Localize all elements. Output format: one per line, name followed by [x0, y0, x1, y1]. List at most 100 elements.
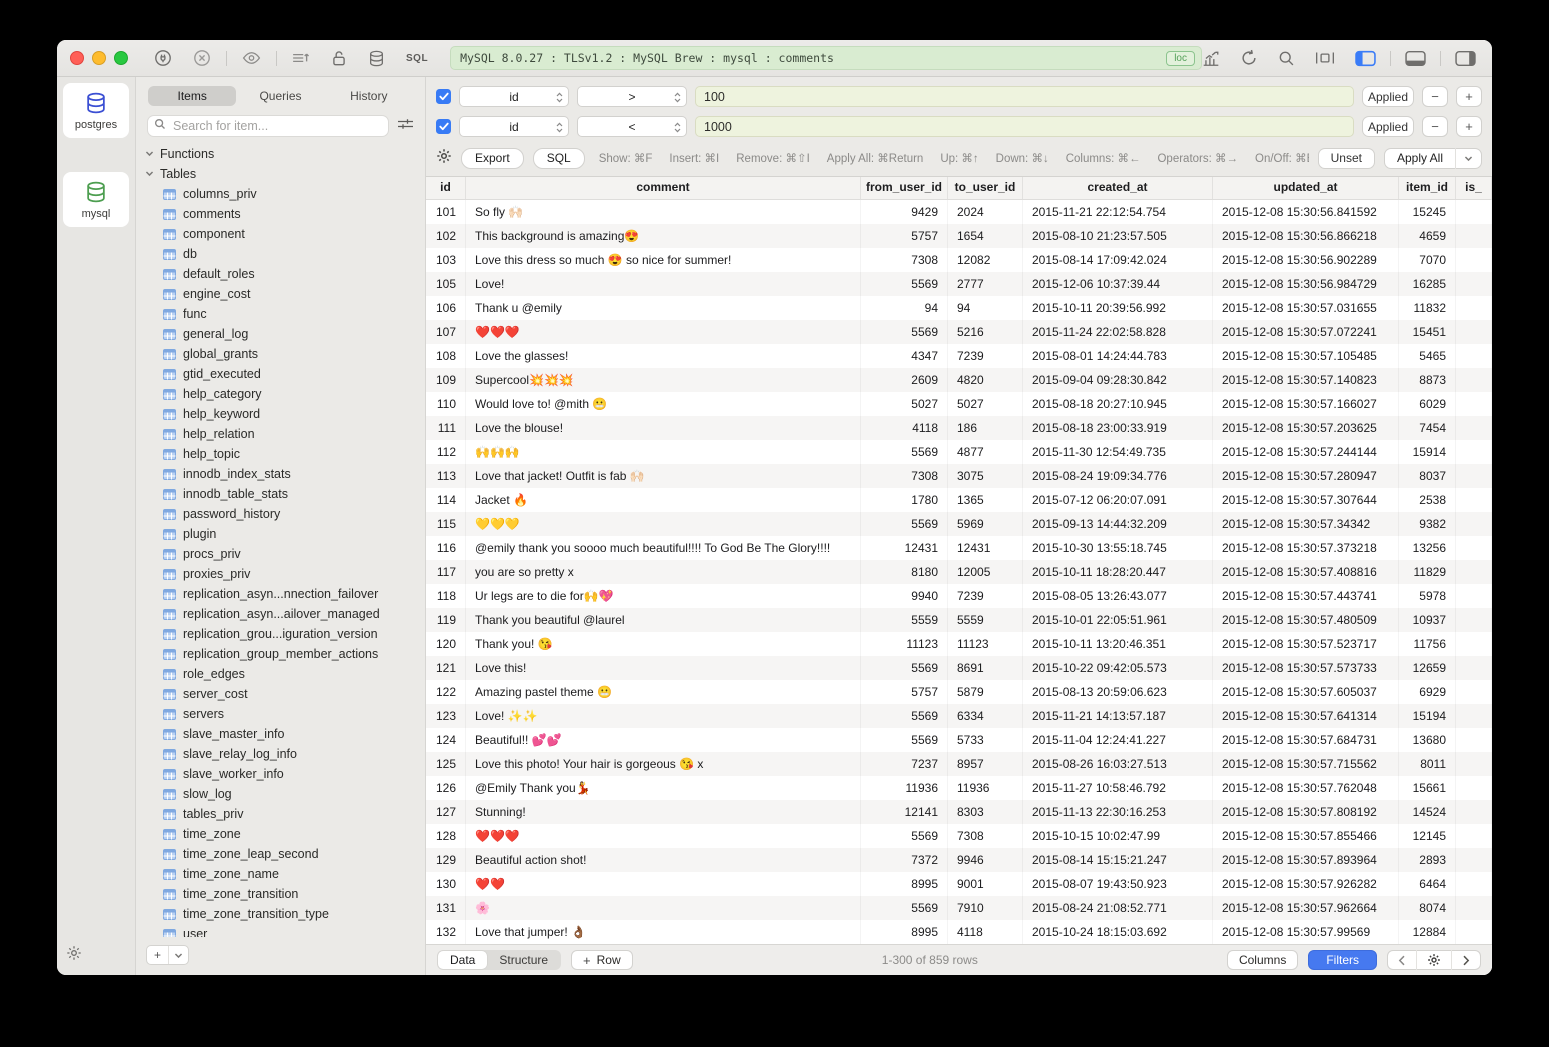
cell-item_id[interactable]: 15914 [1399, 440, 1456, 464]
cell-to_user_id[interactable]: 5733 [948, 728, 1023, 752]
add-filter-button[interactable]: + [1456, 86, 1482, 107]
cell-created_at[interactable]: 2015-11-21 22:12:54.754 [1023, 200, 1213, 224]
cell-comment[interactable]: Love! ✨✨ [466, 704, 861, 728]
filters-button[interactable]: Filters [1308, 950, 1377, 970]
cell-from_user_id[interactable]: 5569 [861, 728, 948, 752]
process-list-icon[interactable] [292, 50, 310, 66]
sidebar-table-item[interactable]: slave_relay_log_info [136, 744, 425, 764]
cell-updated_at[interactable]: 2015-12-08 15:30:57.480509 [1213, 608, 1399, 632]
cell-to_user_id[interactable]: 4877 [948, 440, 1023, 464]
connection-postgres[interactable]: postgres [63, 83, 129, 138]
table-row[interactable]: 121Love this!556986912015-10-22 09:42:05… [426, 656, 1492, 680]
sidebar-table-item[interactable]: comments [136, 204, 425, 224]
connect-icon[interactable] [154, 49, 172, 67]
table-row[interactable]: 105Love!556927772015-12-06 10:37:39.4420… [426, 272, 1492, 296]
table-row[interactable]: 109Supercool💥💥💥260948202015-09-04 09:28:… [426, 368, 1492, 392]
table-row[interactable]: 118Ur legs are to die for🙌💖994072392015-… [426, 584, 1492, 608]
cell-to_user_id[interactable]: 12431 [948, 536, 1023, 560]
cell-to_user_id[interactable]: 9946 [948, 848, 1023, 872]
cell-comment[interactable]: Love this! [466, 656, 861, 680]
filter-value-input[interactable]: 100 [695, 86, 1354, 107]
sidebar-table-item[interactable]: replication_group_member_actions [136, 644, 425, 664]
cell-id[interactable]: 112 [426, 440, 466, 464]
cell-id[interactable]: 114 [426, 488, 466, 512]
chevron-down-icon[interactable] [1456, 154, 1481, 163]
cell-from_user_id[interactable]: 8995 [861, 920, 948, 944]
cell-id[interactable]: 106 [426, 296, 466, 320]
cell-to_user_id[interactable]: 2777 [948, 272, 1023, 296]
cell-to_user_id[interactable]: 11123 [948, 632, 1023, 656]
cell-id[interactable]: 113 [426, 464, 466, 488]
cell-created_at[interactable]: 2015-08-24 21:08:52.771 [1023, 896, 1213, 920]
sidebar-table-item[interactable]: time_zone [136, 824, 425, 844]
add-item-split-button[interactable]: + [146, 945, 189, 965]
cell-to_user_id[interactable]: 8957 [948, 752, 1023, 776]
cell-comment[interactable]: Love the blouse! [466, 416, 861, 440]
cell-is_[interactable] [1456, 344, 1492, 368]
cell-updated_at[interactable]: 2015-12-08 15:30:57.140823 [1213, 368, 1399, 392]
cell-comment[interactable]: Thank you beautiful @laurel [466, 608, 861, 632]
sidebar-table-item[interactable]: general_log [136, 324, 425, 344]
cell-created_at[interactable]: 2015-08-14 15:15:21.247 [1023, 848, 1213, 872]
table-row[interactable]: 103Love this dress so much 😍 so nice for… [426, 248, 1492, 272]
cell-id[interactable]: 126 [426, 776, 466, 800]
cell-updated_at[interactable]: 2015-12-08 15:30:56.902289 [1213, 248, 1399, 272]
cell-comment[interactable]: 🙌🙌🙌 [466, 440, 861, 464]
sidebar-table-item[interactable]: plugin [136, 524, 425, 544]
chart-icon[interactable] [1202, 50, 1220, 67]
cell-is_[interactable] [1456, 560, 1492, 584]
table-row[interactable]: 113Love that jacket! Outfit is fab 🙌🏻730… [426, 464, 1492, 488]
cell-from_user_id[interactable]: 7308 [861, 248, 948, 272]
table-row[interactable]: 107❤️❤️❤️556952162015-11-24 22:02:58.828… [426, 320, 1492, 344]
cell-item_id[interactable]: 15661 [1399, 776, 1456, 800]
sql-button[interactable]: SQL [533, 148, 585, 169]
sidebar-table-item[interactable]: component [136, 224, 425, 244]
cell-from_user_id[interactable]: 4118 [861, 416, 948, 440]
cell-is_[interactable] [1456, 440, 1492, 464]
cell-from_user_id[interactable]: 5569 [861, 896, 948, 920]
cell-updated_at[interactable]: 2015-12-08 15:30:57.99569 [1213, 920, 1399, 944]
unset-button[interactable]: Unset [1318, 148, 1375, 169]
cell-is_[interactable] [1456, 296, 1492, 320]
table-row[interactable]: 124Beautiful!! 💕💕556957332015-11-04 12:2… [426, 728, 1492, 752]
cell-item_id[interactable]: 8873 [1399, 368, 1456, 392]
cell-created_at[interactable]: 2015-08-26 16:03:27.513 [1023, 752, 1213, 776]
cell-to_user_id[interactable]: 5216 [948, 320, 1023, 344]
database-icon[interactable] [368, 50, 385, 67]
cell-to_user_id[interactable]: 7239 [948, 584, 1023, 608]
cell-to_user_id[interactable]: 8691 [948, 656, 1023, 680]
tab-data[interactable]: Data [438, 951, 487, 969]
cell-to_user_id[interactable]: 7910 [948, 896, 1023, 920]
cell-updated_at[interactable]: 2015-12-08 15:30:57.855466 [1213, 824, 1399, 848]
sidebar-table-item[interactable]: procs_priv [136, 544, 425, 564]
cell-to_user_id[interactable]: 94 [948, 296, 1023, 320]
chevron-down-icon[interactable] [169, 951, 188, 960]
cell-from_user_id[interactable]: 8995 [861, 872, 948, 896]
cell-updated_at[interactable]: 2015-12-08 15:30:57.926282 [1213, 872, 1399, 896]
cell-item_id[interactable]: 12884 [1399, 920, 1456, 944]
filter-column-select[interactable]: id [459, 86, 569, 107]
cell-from_user_id[interactable]: 5569 [861, 320, 948, 344]
sidebar-table-item[interactable]: innodb_table_stats [136, 484, 425, 504]
tab-queries[interactable]: Queries [236, 86, 324, 106]
cell-comment[interactable]: @emily thank you soooo much beautiful!!!… [466, 536, 861, 560]
cell-id[interactable]: 115 [426, 512, 466, 536]
cell-from_user_id[interactable]: 5757 [861, 680, 948, 704]
cell-is_[interactable] [1456, 272, 1492, 296]
cell-to_user_id[interactable]: 1365 [948, 488, 1023, 512]
cell-to_user_id[interactable]: 4118 [948, 920, 1023, 944]
table-row[interactable]: 110Would love to! @mith 😬502750272015-08… [426, 392, 1492, 416]
column-header-id[interactable]: id [426, 177, 466, 199]
cell-is_[interactable] [1456, 584, 1492, 608]
cell-item_id[interactable]: 15194 [1399, 704, 1456, 728]
cell-id[interactable]: 109 [426, 368, 466, 392]
sidebar-table-item[interactable]: engine_cost [136, 284, 425, 304]
remove-filter-button[interactable]: − [1422, 86, 1448, 107]
cell-to_user_id[interactable]: 11936 [948, 776, 1023, 800]
sidebar-table-item[interactable]: slave_worker_info [136, 764, 425, 784]
cell-updated_at[interactable]: 2015-12-08 15:30:57.34342 [1213, 512, 1399, 536]
sidebar-table-item[interactable]: slave_master_info [136, 724, 425, 744]
cell-from_user_id[interactable]: 94 [861, 296, 948, 320]
cell-created_at[interactable]: 2015-11-27 10:58:46.792 [1023, 776, 1213, 800]
zoom-button[interactable] [114, 51, 128, 65]
